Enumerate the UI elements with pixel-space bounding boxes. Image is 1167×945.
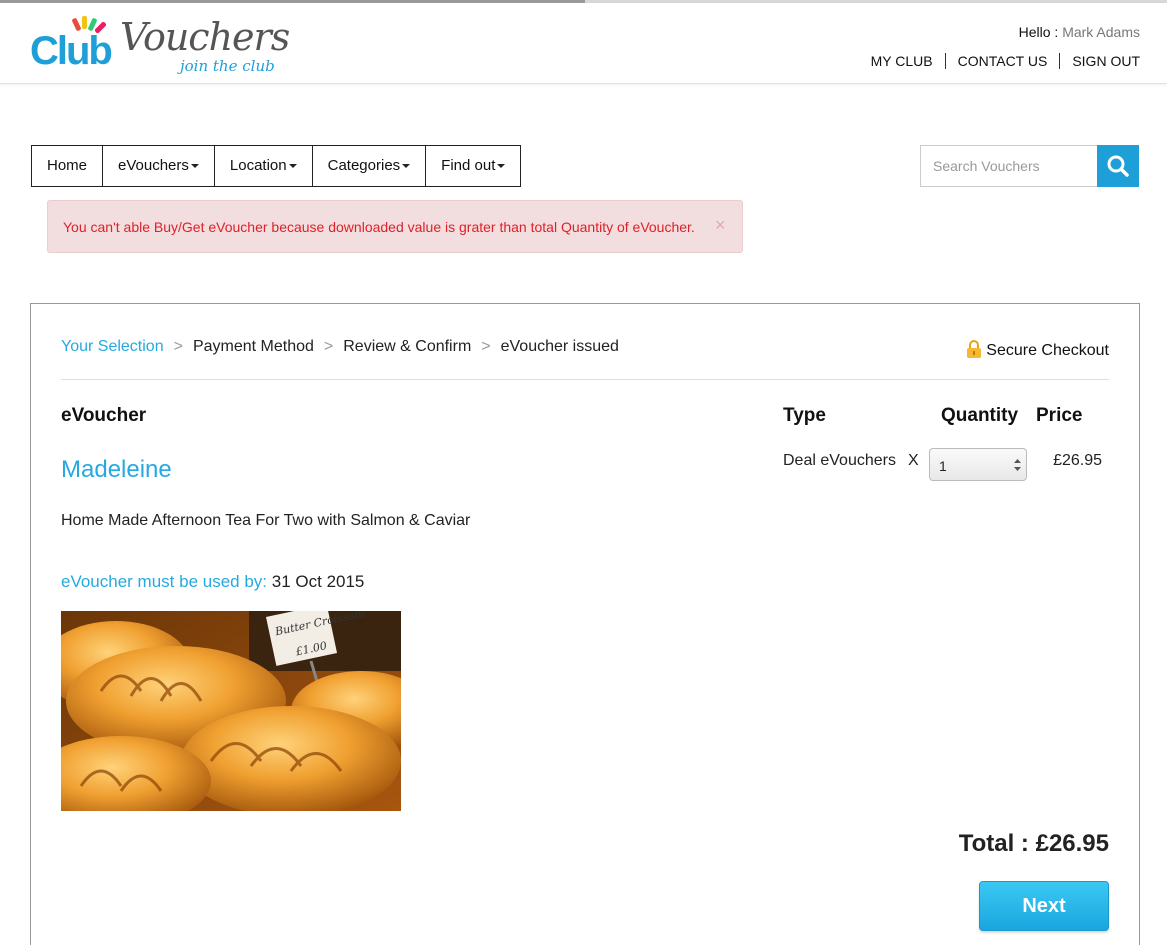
evoucher-column-header: eVoucher: [61, 405, 147, 426]
secure-checkout: Secure Checkout: [966, 340, 1109, 360]
logo-vouchers-text: Vouchers: [120, 15, 290, 59]
step-payment-method: Payment Method: [192, 338, 314, 355]
step-your-selection[interactable]: Your Selection: [61, 338, 164, 356]
sign-out-link[interactable]: SIGN OUT: [1059, 53, 1140, 69]
lock-icon: [967, 340, 982, 358]
quantity-select[interactable]: 1: [929, 448, 1027, 481]
close-icon[interactable]: ×: [715, 215, 726, 236]
error-alert: You can't able Buy/Get eVoucher because …: [47, 200, 743, 253]
nav-evouchers-dropdown[interactable]: eVouchers: [102, 146, 214, 186]
search-box: [920, 145, 1139, 187]
nav-location-dropdown[interactable]: Location: [213, 146, 312, 186]
step-separator: >: [481, 338, 491, 355]
voucher-expiry: eVoucher must be used by: 31 Oct 2015: [61, 572, 364, 592]
voucher-name[interactable]: Madeleine: [61, 456, 172, 484]
next-button[interactable]: Next: [979, 881, 1109, 931]
expiry-date: 31 Oct 2015: [271, 572, 365, 591]
caret-down-icon: [402, 164, 411, 169]
greeting-label: Hello :: [1018, 24, 1059, 40]
caret-down-icon: [497, 164, 506, 169]
multiply-sign: X: [908, 452, 919, 469]
voucher-price: £26.95: [1053, 452, 1102, 469]
user-name: Mark Adams: [1062, 24, 1140, 40]
nav-home[interactable]: Home: [32, 146, 102, 186]
search-icon: [1107, 155, 1129, 177]
logo-tagline: join the club: [180, 57, 275, 75]
logo-club-text: Club: [30, 29, 113, 73]
expiry-label: eVoucher must be used by:: [61, 572, 268, 591]
step-evoucher-issued: eVoucher issued: [500, 338, 619, 355]
type-column-header: Type: [783, 405, 826, 426]
checkout-steps: Your Selection > Payment Method > Review…: [61, 338, 619, 356]
alert-message: You can't able Buy/Get eVoucher because …: [63, 219, 695, 235]
contact-us-link[interactable]: CONTACT US: [944, 53, 1060, 69]
caret-down-icon: [288, 164, 297, 169]
site-header: Club Vouchers join the club Hello : Mark…: [0, 3, 1167, 84]
main-nav: Home eVouchers Location Categories Find …: [31, 145, 522, 187]
my-club-link[interactable]: MY CLUB: [871, 53, 945, 69]
divider: [61, 379, 1109, 380]
quantity-value: 1: [939, 458, 947, 474]
account-nav: MY CLUB CONTACT US SIGN OUT: [871, 53, 1140, 69]
user-greeting: Hello : Mark Adams: [1019, 24, 1140, 40]
voucher-image: Butter Croissant £1.00: [61, 611, 401, 811]
search-input[interactable]: [920, 145, 1097, 187]
secure-checkout-label: Secure Checkout: [986, 342, 1109, 359]
voucher-description: Home Made Afternoon Tea For Two with Sal…: [61, 512, 471, 529]
voucher-type: Deal eVouchers: [783, 452, 896, 469]
step-separator: >: [323, 338, 334, 355]
nav-categories-dropdown[interactable]: Categories: [311, 146, 426, 186]
price-column-header: Price: [1036, 405, 1083, 426]
nav-find-out-dropdown[interactable]: Find out: [425, 146, 520, 186]
step-review-confirm: Review & Confirm: [343, 338, 472, 355]
checkout-panel: Your Selection > Payment Method > Review…: [30, 303, 1140, 945]
select-arrows-icon: [1014, 459, 1021, 471]
croissants-photo: Butter Croissant £1.00: [61, 611, 401, 811]
quantity-column-header: Quantity: [941, 405, 1019, 426]
club-vouchers-logo[interactable]: Club Vouchers join the club: [30, 15, 290, 81]
caret-down-icon: [190, 164, 199, 169]
search-button[interactable]: [1097, 145, 1139, 187]
order-total: Total : £26.95: [958, 830, 1109, 857]
step-separator: >: [173, 338, 183, 355]
